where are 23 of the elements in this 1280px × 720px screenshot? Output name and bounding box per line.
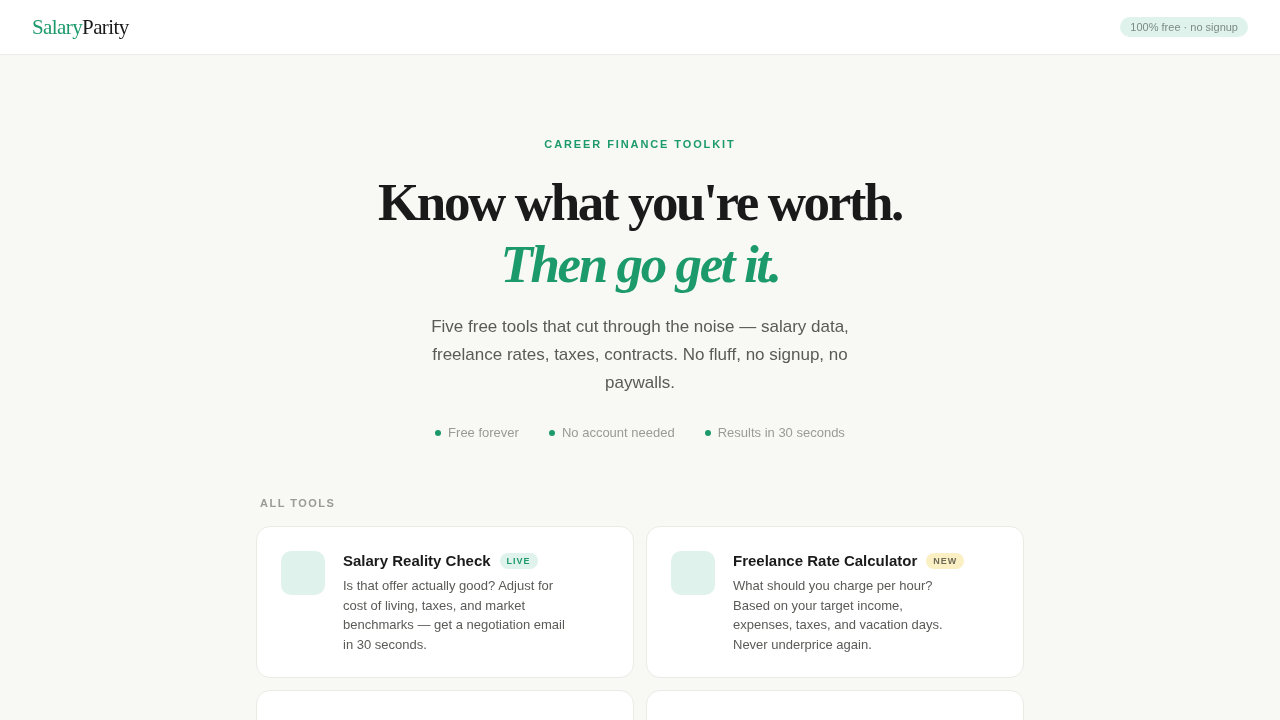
feature-text: Results in 30 seconds	[717, 425, 845, 440]
tool-description: Is that offer actually good? Adjust for cost of living, taxes, and market benchmarks — get a negotiation email in 30 seconds.	[343, 577, 566, 654]
feature-text: No account needed	[561, 425, 675, 440]
status-badge: NEW	[926, 552, 965, 569]
free-pill: 100% free · no signup	[1120, 17, 1248, 37]
tool-card[interactable]: Salary Reality Check LIVE Is that offer actually good? Adjust for cost of living, taxes, and market benchmarks — get a negotiation email in 30 seconds.	[256, 526, 634, 678]
tool-description: What should you charge per hour? Based on your target income, expenses, taxes, and vacation days. Never underprice again.	[733, 577, 944, 654]
hero-subtitle: Five free tools that cut through the noise — salary data, freelance rates, taxes, contracts. No fluff, no signup, no paywalls.	[430, 316, 850, 394]
dot-icon	[704, 429, 711, 436]
eyebrow-text: CAREER FINANCE TOOLKIT	[544, 137, 736, 151]
rounded-square-icon	[281, 551, 325, 595]
feature-text: Free forever	[448, 425, 519, 440]
tool-title: Freelance Rate Calculator	[733, 552, 918, 569]
rounded-square-icon	[671, 551, 715, 595]
hero-title-accent: Then go get it.	[500, 234, 780, 295]
status-badge: LIVE	[499, 552, 538, 569]
dot-icon	[435, 429, 442, 436]
dot-icon	[548, 429, 555, 436]
tool-card[interactable]: Freelance Rate Calculator NEW What should you charge per hour? Based on your target income, expenses, taxes, and vacation days. Never underprice again.	[646, 526, 1024, 678]
tool-title: Salary Reality Check	[343, 552, 491, 569]
hero-title: Know what you're worth.	[378, 172, 902, 233]
section-label: ALL TOOLS	[259, 496, 337, 510]
logo[interactable]: SalaryParity	[32, 14, 129, 40]
